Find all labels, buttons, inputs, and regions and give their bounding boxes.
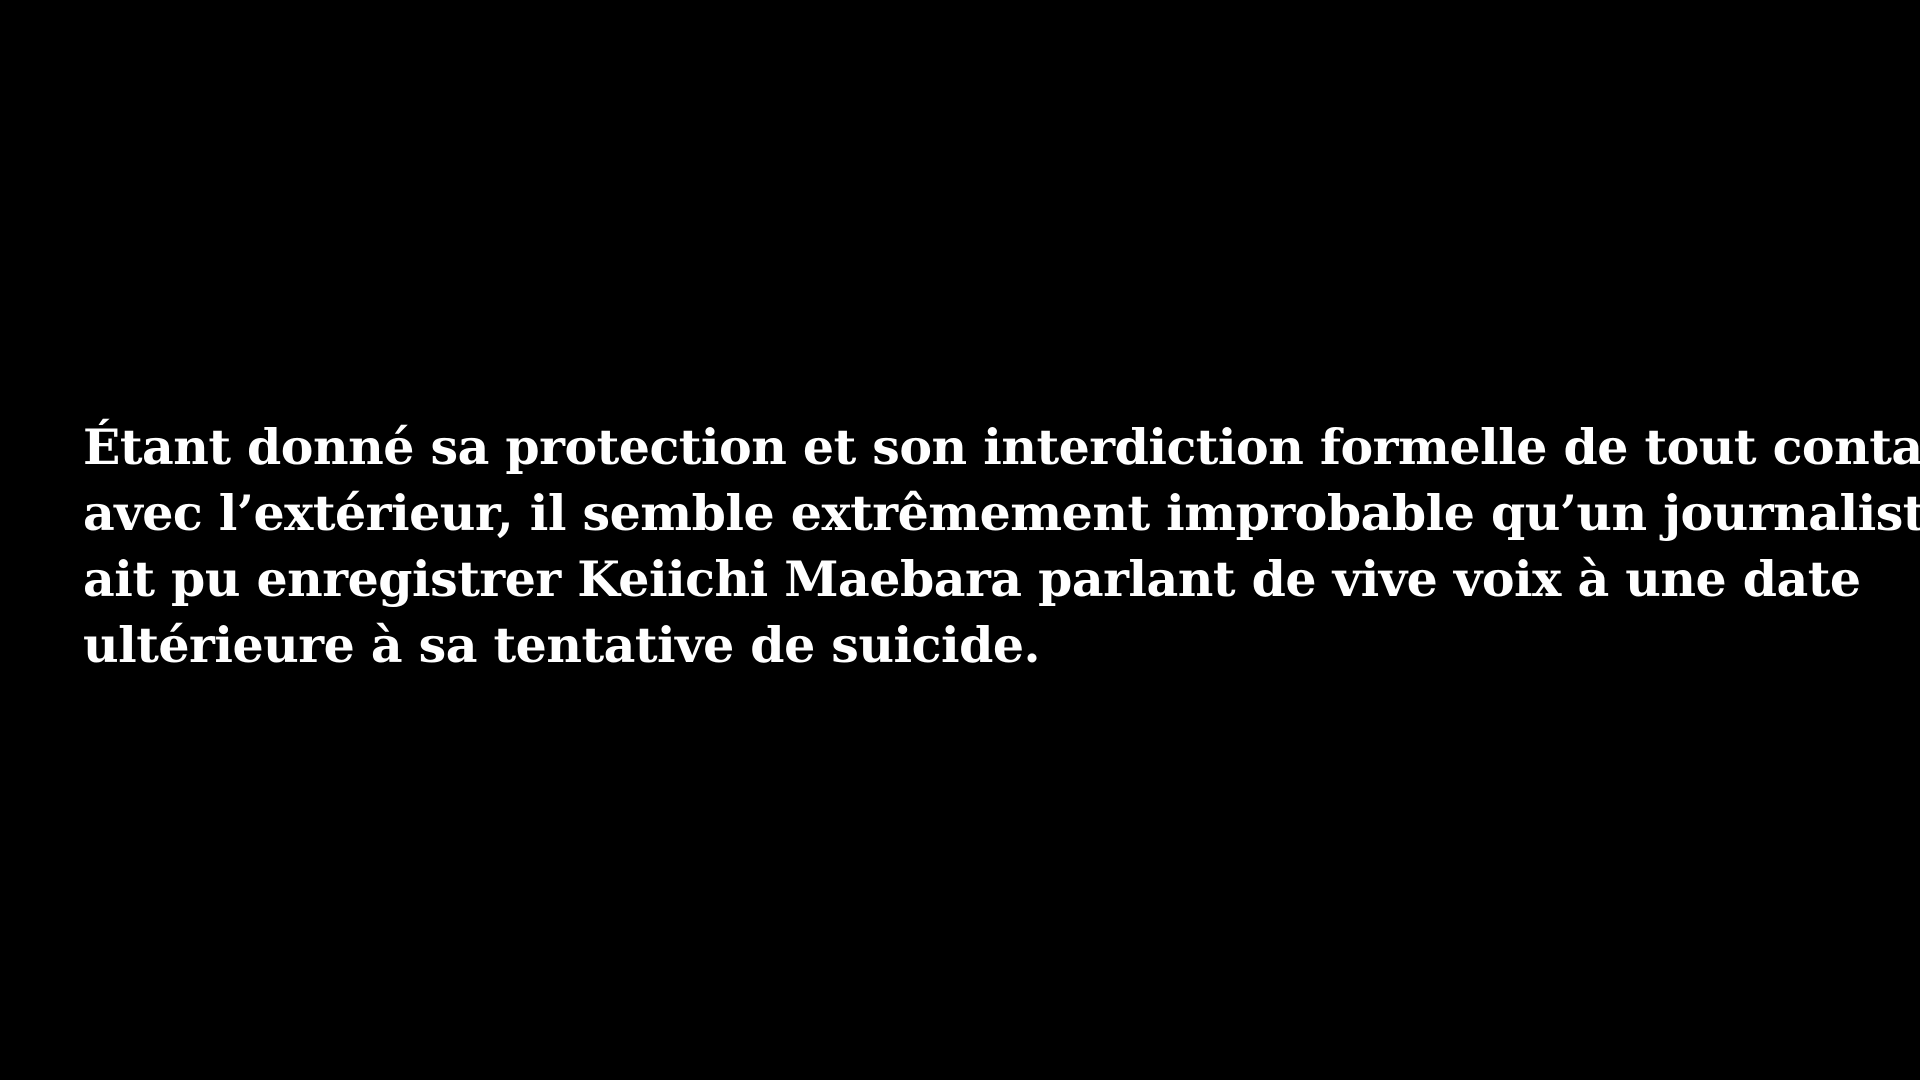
black-screen: Étant donné sa protection et son interdi…: [0, 0, 1920, 1080]
caption-line-3: ait pu enregistrer Keiichi Maebara parla…: [83, 550, 1861, 608]
caption-line-2: avec l’extérieur, il semble extrêmement …: [83, 484, 1920, 542]
caption-line-1: Étant donné sa protection et son interdi…: [83, 418, 1920, 476]
caption-text: Étant donné sa protection et son interdi…: [83, 414, 1920, 678]
caption-line-4: ultérieure à sa tentative de suicide.: [83, 616, 1041, 674]
